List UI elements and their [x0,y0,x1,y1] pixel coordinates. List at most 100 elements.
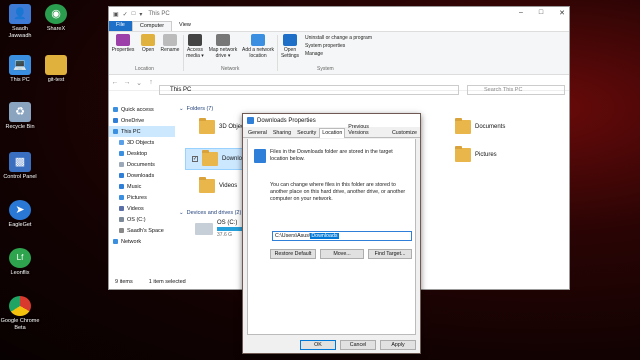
chevron-down-icon: ⌄ [179,106,184,112]
nav-item-label: OneDrive [121,117,145,124]
nav-item-label: OS (C:) [127,216,146,223]
tab-previous-versions[interactable]: Previous Versions [345,122,389,137]
back-arrow-icon[interactable]: ← [109,79,121,86]
close-icon[interactable]: ✕ [559,9,565,17]
desktop-icon-control-panel[interactable]: ▩ Control Panel [0,152,40,181]
nav-item-label: This PC [121,128,141,135]
tab-security[interactable]: Security [294,128,319,137]
ok-button[interactable]: OK [300,340,336,350]
explorer-titlebar: ▣ ✓ □ ▾ This PC – □ ✕ [109,7,569,21]
chrome-icon [9,296,31,316]
minimize-icon[interactable]: – [519,9,523,17]
nav-item-label: Network [121,238,142,245]
cancel-button[interactable]: Cancel [340,340,376,350]
nav-item-icon [113,107,118,112]
downloads-folder-icon [202,150,218,166]
media-icon [188,34,202,46]
nav-item-downloads[interactable]: Downloads [109,170,175,181]
nav-item-icon [119,151,124,156]
up-arrow-icon[interactable]: ↑ [145,79,157,86]
ribbon-divider [183,35,184,71]
nav-item-documents[interactable]: Documents [109,159,175,170]
folder-item[interactable]: Videos [199,177,237,193]
nav-item-icon [119,228,124,233]
window-title: This PC [148,11,170,17]
nav-item-label: Pictures [127,194,147,201]
tab-customize[interactable]: Customize [389,128,420,137]
folder-icon [455,146,471,162]
nav-item-icon [113,118,118,123]
group-network-label: Network [221,66,240,72]
nav-item-music[interactable]: Music [109,181,175,192]
chevron-down-icon[interactable]: ▾ [139,11,142,18]
nav-item-label: Music [127,183,142,190]
nav-item-icon [119,195,124,200]
desktop-icon-git-test[interactable]: git-test [36,55,76,84]
desktop-icon-sharex[interactable]: ◉ ShareX [36,4,76,33]
tab-file[interactable]: File [109,21,132,31]
nav-item-saadh-s-space[interactable]: Saadh's Space [109,225,175,236]
nav-item-icon [113,239,118,244]
quick-access-toolbar: ▣ ✓ □ ▾ [113,11,142,18]
chevron-down-icon: ⌄ [179,210,184,216]
folder-icon [247,117,254,124]
nav-item-onedrive[interactable]: OneDrive [109,115,175,126]
tab-location[interactable]: Location [319,128,346,138]
tab-view[interactable]: View [172,21,198,31]
tab-computer[interactable]: Computer [131,21,173,31]
desktop-icon-this-pc[interactable]: 💻 This PC [0,55,40,84]
location-path-input[interactable]: C:\Users\Asus\Downloads [272,231,412,241]
properties-icon[interactable]: ✓ [123,11,128,18]
nav-item-icon [119,206,124,211]
nav-item-label: Quick access [121,106,154,113]
manage-button[interactable]: Manage [305,51,323,57]
save-icon[interactable]: ▣ [113,11,119,18]
nav-item-pictures[interactable]: Pictures [109,192,175,203]
nav-item-icon [119,162,124,167]
desktop-icon-leonflix[interactable]: Lf Leonflix [0,248,40,277]
nav-item-os-c[interactable]: OS (C:) [109,214,175,225]
search-input[interactable]: Search This PC [467,85,565,95]
desktop-icon-saadh-jawwadh[interactable]: 👤 Saadh Jawwadh [0,4,40,39]
selection-count: 1 item selected [148,279,186,285]
new-folder-icon[interactable]: □ [132,11,136,17]
nav-item-quick-access[interactable]: Quick access [109,104,175,115]
change-location-text: You can change where files in this folde… [270,182,406,202]
tab-sharing[interactable]: Sharing [270,128,294,137]
add-network-location-button[interactable]: Add a network location [241,32,275,59]
dialog-tabs: General Sharing Security Location Previo… [243,124,420,138]
nav-item-icon [119,173,124,178]
recent-chevron-icon[interactable]: ⌄ [133,79,145,87]
open-settings-button[interactable]: Open Settings [279,32,301,59]
nav-item-desktop[interactable]: Desktop [109,148,175,159]
folder-icon [45,55,67,75]
address-bar[interactable]: This PC [159,85,459,95]
nav-item-network[interactable]: Network [109,236,175,247]
maximize-icon[interactable]: □ [539,9,543,17]
forward-arrow-icon[interactable]: → [121,79,133,86]
nav-item-label: Saadh's Space [127,227,164,234]
open-button[interactable]: Open [139,32,157,53]
uninstall-program-button[interactable]: Uninstall or change a program [305,35,372,41]
access-media-button[interactable]: Access media ▾ [185,32,205,59]
rename-button[interactable]: Rename [159,32,181,53]
restore-default-button[interactable]: Restore Default [270,249,316,259]
desktop-icon-google-chrome-beta[interactable]: Google Chrome Beta [0,296,40,331]
nav-item-videos[interactable]: Videos [109,203,175,214]
find-target-button[interactable]: Find Target... [368,249,412,259]
apply-button[interactable]: Apply [380,340,416,350]
move-button[interactable]: Move... [320,249,364,259]
tab-general[interactable]: General [245,128,270,137]
system-properties-button[interactable]: System properties [305,43,345,49]
folder-item[interactable]: Documents [455,118,505,134]
eagleget-icon: ➤ [9,200,31,220]
group-location-label: Location [135,66,154,72]
desktop-icon-eagleget[interactable]: ➤ EagleGet [0,200,40,229]
folder-item[interactable]: Pictures [455,146,497,162]
computer-icon: 💻 [9,55,31,75]
desktop-icon-recycle-bin[interactable]: ♻ Recycle Bin [0,102,40,131]
properties-button[interactable]: Properties [111,32,135,53]
nav-item-3d-objects[interactable]: 3D Objects [109,137,175,148]
map-network-drive-button[interactable]: Map network drive ▾ [207,32,239,59]
nav-item-this-pc[interactable]: This PC [109,126,175,137]
